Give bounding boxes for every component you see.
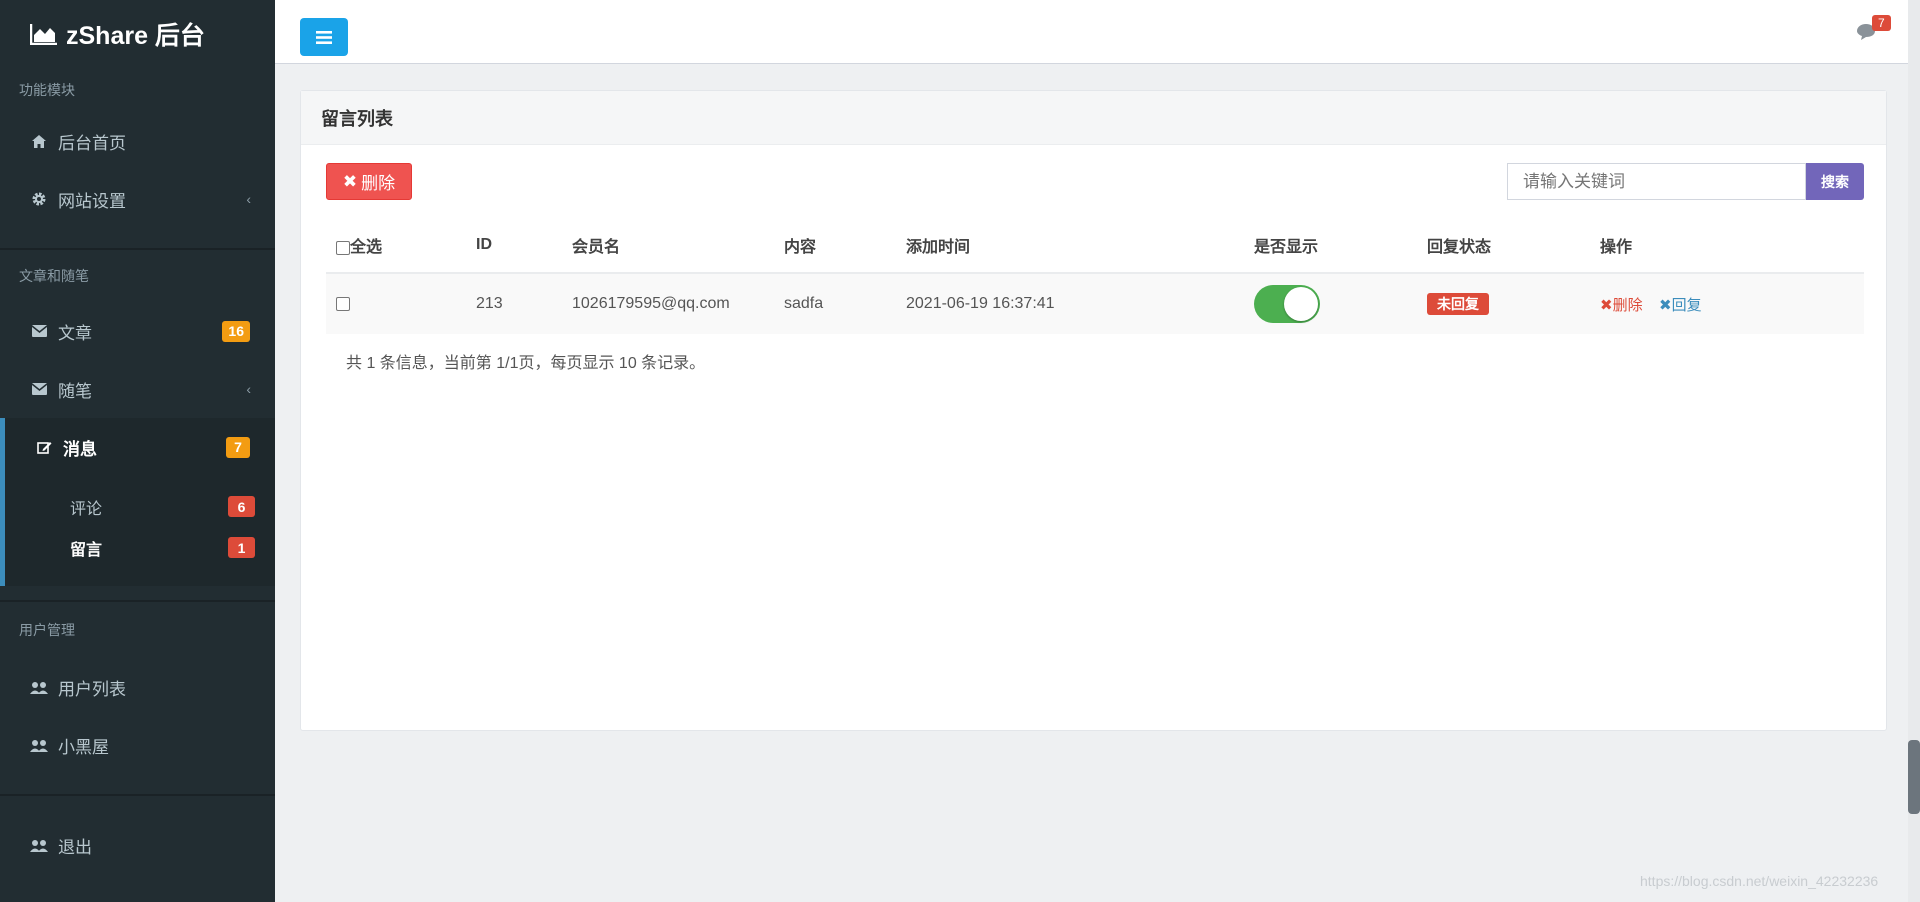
sidebar: zShare 后台 功能模块 后台首页 网站设置 ‹ 文章和随笔 文章 16 随… (0, 0, 275, 902)
sidebar-item-label: 后台首页 (58, 133, 126, 153)
column-header-reply-status: 回复状态 (1427, 218, 1600, 274)
hamburger-icon (316, 30, 332, 44)
bulk-delete-button[interactable]: ✖ 删除 (326, 163, 412, 200)
cell-id: 213 (476, 273, 572, 334)
users-icon (30, 678, 48, 696)
sidebar-item-label: 评论 (70, 500, 103, 518)
row-reply-link[interactable]: ✖回复 (1659, 297, 1702, 314)
close-icon: ✖ (1659, 296, 1672, 314)
sidebar-item-home[interactable]: 后台首页 (0, 112, 275, 170)
chevron-left-icon: ‹ (246, 191, 251, 207)
table-header-row: 全选 ID 会员名 内容 添加时间 是否显示 回复状态 操作 (326, 218, 1864, 274)
column-header-content: 内容 (784, 218, 906, 274)
sidebar-item-label: 消息 (63, 439, 97, 459)
count-badge: 7 (226, 436, 250, 458)
column-header-member: 会员名 (572, 218, 784, 274)
sidebar-item-logout[interactable]: 退出 (0, 816, 275, 874)
column-header-id: ID (476, 218, 572, 274)
sidebar-item-blackroom[interactable]: 小黑屋 (0, 716, 275, 774)
select-all-checkbox[interactable] (336, 240, 350, 255)
gear-icon (30, 190, 48, 208)
notifications-button[interactable]: 7 (1856, 15, 1898, 44)
cell-actions: ✖删除 ✖回复 (1600, 273, 1864, 334)
status-badge: 未回复 (1427, 293, 1489, 315)
area-chart-icon (30, 24, 57, 45)
sidebar-item-label: 随笔 (58, 381, 92, 401)
search-input[interactable] (1507, 163, 1806, 200)
row-checkbox[interactable] (336, 296, 350, 311)
notification-count-badge: 7 (1872, 15, 1891, 31)
sidebar-item-site-settings[interactable]: 网站设置 ‹ (0, 170, 275, 228)
pagination-info: 共 1 条信息，当前第 1/1页，每页显示 10 条记录。 (346, 355, 706, 372)
sidebar-subitem-guestbook[interactable]: 留言 1 (5, 527, 275, 568)
cell-reply-status: 未回复 (1427, 273, 1600, 334)
submenu-messages: 评论 6 留言 1 (5, 476, 275, 586)
guestbook-panel: 留言列表 ✖ 删除 搜索 全选 ID 会员名 内容 添加时间 是否显示 回复状态… (300, 90, 1887, 731)
count-badge: 16 (222, 320, 250, 342)
sidebar-item-user-list[interactable]: 用户列表 (0, 658, 275, 716)
visibility-toggle[interactable] (1254, 285, 1320, 323)
brand-logo[interactable]: zShare 后台 (0, 0, 275, 68)
column-header-time: 添加时间 (906, 218, 1254, 274)
cell-content: sadfa (784, 273, 906, 334)
brand-name: zShare 后台 (66, 22, 205, 50)
toggle-knob (1284, 287, 1318, 321)
row-delete-link[interactable]: ✖删除 (1600, 297, 1643, 314)
home-icon (30, 132, 48, 150)
edit-icon (35, 438, 53, 456)
sidebar-item-label: 退出 (58, 837, 92, 857)
row-select-cell (326, 273, 476, 334)
sidebar-item-articles[interactable]: 文章 16 (0, 302, 275, 360)
users-icon (30, 736, 48, 754)
link-label: 回复 (1671, 296, 1702, 314)
sidebar-item-label: 小黑屋 (58, 737, 109, 757)
select-all-header[interactable]: 全选 (326, 218, 476, 274)
count-badge: 6 (228, 496, 255, 517)
cell-visible (1254, 273, 1427, 334)
divider (0, 794, 275, 796)
sidebar-item-label: 网站设置 (58, 191, 126, 211)
column-header-actions: 操作 (1600, 218, 1864, 274)
sidebar-item-essays[interactable]: 随笔 ‹ (0, 360, 275, 418)
close-icon: ✖ (1600, 296, 1613, 314)
watermark: https://blog.csdn.net/weixin_42232236 (1640, 873, 1879, 889)
sidebar-toggle-button[interactable] (300, 18, 348, 56)
section-header-features: 功能模块 (19, 82, 75, 98)
column-header-visible: 是否显示 (1254, 218, 1427, 274)
link-label: 删除 (1612, 296, 1643, 314)
close-icon: ✖ (342, 171, 358, 191)
sidebar-subitem-comments[interactable]: 评论 6 (5, 486, 275, 527)
search-button[interactable]: 搜索 (1806, 163, 1864, 200)
scrollbar-thumb[interactable] (1908, 740, 1920, 814)
select-all-label: 全选 (350, 239, 383, 256)
guestbook-table: 全选 ID 会员名 内容 添加时间 是否显示 回复状态 操作 213 10261… (326, 218, 1864, 334)
envelope-icon (30, 322, 48, 340)
count-badge: 1 (228, 537, 255, 558)
sidebar-item-label: 留言 (70, 541, 103, 559)
sidebar-item-label: 文章 (58, 323, 92, 343)
users-icon (30, 836, 48, 854)
button-label: 删除 (361, 174, 396, 193)
section-header-articles: 文章和随笔 (19, 268, 89, 284)
envelope-icon (30, 380, 48, 398)
sidebar-item-label: 用户列表 (58, 679, 126, 699)
section-header-users: 用户管理 (19, 622, 75, 638)
sidebar-group-messages: 消息 7 评论 6 留言 1 (0, 418, 275, 586)
cell-time: 2021-06-19 16:37:41 (906, 273, 1254, 334)
table-row: 213 1026179595@qq.com sadfa 2021-06-19 1… (326, 273, 1864, 334)
topbar: 7 (275, 0, 1920, 64)
cell-member: 1026179595@qq.com (572, 273, 784, 334)
sidebar-item-messages[interactable]: 消息 7 (5, 418, 275, 476)
chevron-left-icon: ‹ (246, 381, 251, 397)
panel-title: 留言列表 (301, 91, 1886, 145)
